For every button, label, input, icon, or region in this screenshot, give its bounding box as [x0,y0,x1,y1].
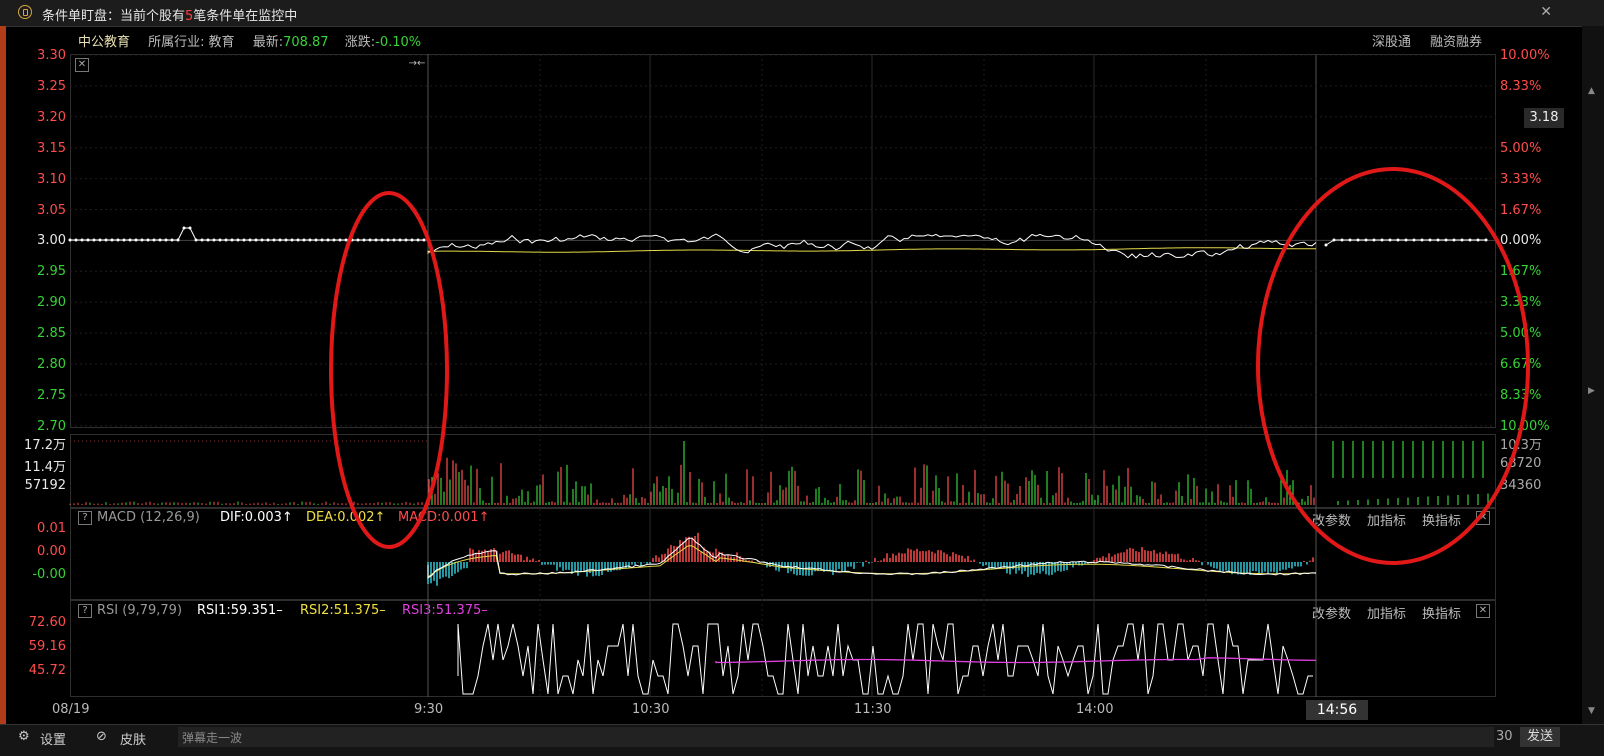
scroll-down-icon[interactable]: ▼ [1588,706,1595,716]
send-button[interactable]: 发送 [1520,727,1560,747]
scroll-mid-icon[interactable]: ▶ [1588,386,1595,396]
char-count: 30 [1496,729,1513,744]
right-scrollbar[interactable]: ▲ ▶ ▼ [1582,26,1604,724]
status-bar: ⚙ 设置 ⊘ 皮肤 30 发送 [0,724,1604,756]
skin-button[interactable]: 皮肤 [120,729,146,748]
pre-market-line [70,227,424,241]
danmaku-input[interactable] [178,727,1494,747]
annotation-ellipse-left [329,191,449,549]
gear-icon[interactable]: ⚙ [18,729,30,744]
annotation-ellipse-right [1256,167,1530,565]
intraday-chart-canvas[interactable] [0,0,1604,755]
skin-icon[interactable]: ⊘ [96,729,107,744]
settings-button[interactable]: 设置 [40,729,66,748]
scroll-up-icon[interactable]: ▲ [1588,86,1595,96]
